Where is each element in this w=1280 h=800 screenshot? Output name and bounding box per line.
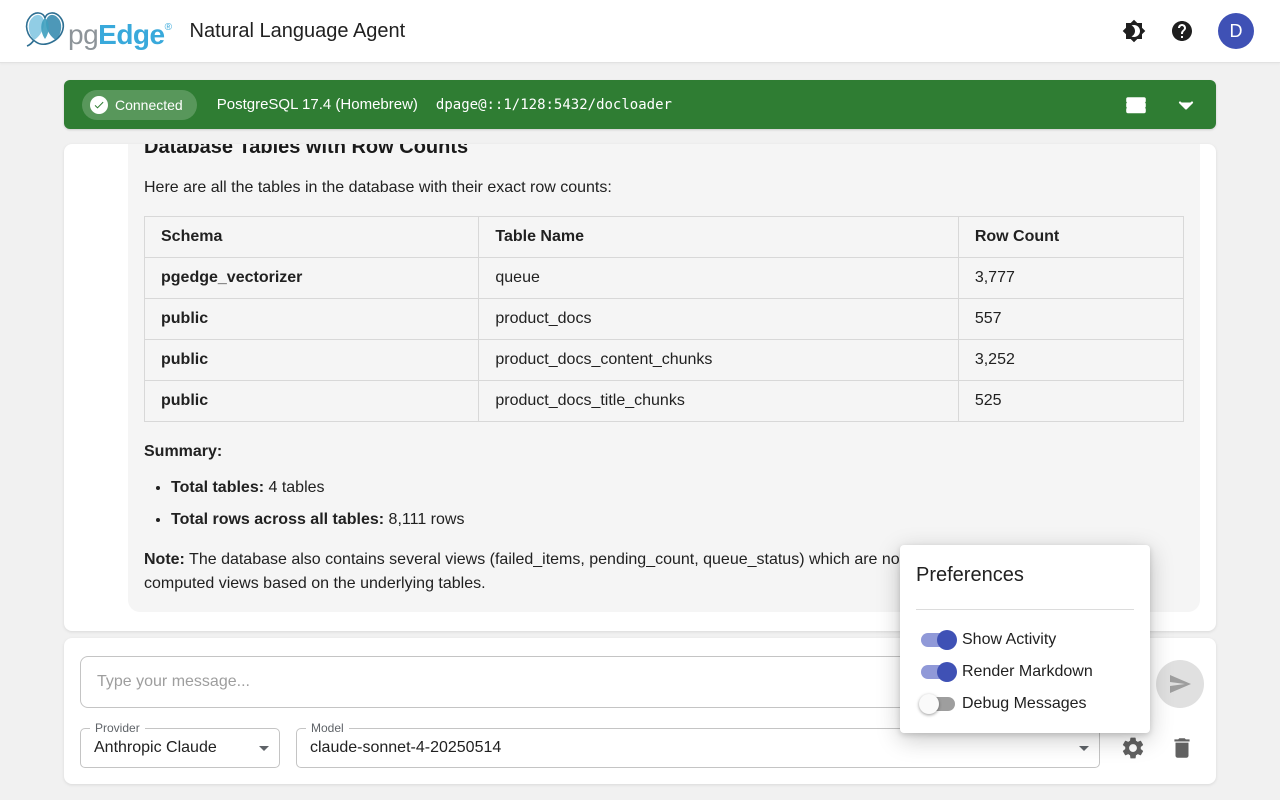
table-cell: pgedge_vectorizer [145,258,479,299]
row-counts-table: SchemaTable NameRow Count pgedge_vectori… [144,216,1184,422]
pref-toggle-label: Show Activity [962,631,1056,649]
pgedge-logo: pgEdge® [22,8,172,55]
table-cell: public [145,299,479,340]
trash-icon[interactable] [1169,735,1195,761]
message-intro: Here are all the tables in the database … [144,176,1184,200]
table-row: publicproduct_docs557 [145,299,1184,340]
provider-select[interactable]: Provider Anthropic Claude [80,728,280,768]
provider-select-value: Anthropic Claude [94,739,217,757]
toggle-switch-icon[interactable] [921,697,955,711]
connection-list-icon[interactable] [1124,93,1148,117]
table-header-cell: Schema [145,217,479,258]
table-cell: 525 [958,381,1183,422]
connection-bar: Connected PostgreSQL 17.4 (Homebrew) dpa… [64,80,1216,129]
provider-select-label: Provider [90,721,145,735]
pgedge-wordmark: pgEdge® [68,8,172,55]
table-body: pgedge_vectorizerqueue3,777publicproduct… [145,258,1184,422]
send-button[interactable] [1156,660,1204,708]
page-title: Natural Language Agent [190,20,406,43]
table-row: pgedge_vectorizerqueue3,777 [145,258,1184,299]
table-row: publicproduct_docs_content_chunks3,252 [145,340,1184,381]
table-cell: public [145,340,479,381]
pref-toggle-debug-messages[interactable]: Debug Messages [916,688,1134,720]
table-cell: product_docs [479,299,958,340]
pgedge-logo-icon [22,8,68,53]
table-row: publicproduct_docs_title_chunks525 [145,381,1184,422]
chevron-down-icon[interactable] [1174,93,1198,117]
model-select-label: Model [306,721,349,735]
table-cell: 3,777 [958,258,1183,299]
table-cell: 557 [958,299,1183,340]
user-avatar[interactable]: D [1218,13,1254,49]
summary-item: Total rows across all tables: 8,111 rows [171,508,1184,532]
table-cell: product_docs_content_chunks [479,340,958,381]
help-icon[interactable] [1170,19,1194,43]
server-version-label: PostgreSQL 17.4 (Homebrew) [217,96,418,113]
table-cell: public [145,381,479,422]
assistant-message: Database Tables with Row Counts Here are… [128,144,1200,612]
provider-caret-icon [259,746,269,751]
summary-label: Summary: [144,440,1184,464]
check-circle-icon [90,96,108,114]
pref-toggle-show-activity[interactable]: Show Activity [916,624,1134,656]
preferences-divider [916,609,1134,610]
toggle-switch-icon[interactable] [921,665,955,679]
model-caret-icon [1079,746,1089,751]
table-cell: product_docs_title_chunks [479,381,958,422]
pref-toggle-label: Debug Messages [962,695,1087,713]
send-icon [1168,672,1192,696]
pref-toggle-label: Render Markdown [962,663,1093,681]
summary-list: Total tables: 4 tables Total rows across … [171,476,1184,532]
table-header-row: SchemaTable NameRow Count [145,217,1184,258]
table-cell: queue [479,258,958,299]
table-header-cell: Row Count [958,217,1183,258]
preferences-title: Preferences [916,561,1134,589]
pref-toggle-render-markdown[interactable]: Render Markdown [916,656,1134,688]
table-cell: 3,252 [958,340,1183,381]
preferences-popup: Preferences Show Activity Render Markdown… [900,545,1150,733]
model-select[interactable]: Model claude-sonnet-4-20250514 [296,728,1100,768]
connection-string: dpage@::1/128:5432/docloader [436,97,672,113]
toggle-switch-icon[interactable] [921,633,955,647]
dark-mode-toggle-icon[interactable] [1122,19,1146,43]
status-badge: Connected [82,90,197,120]
model-select-value: claude-sonnet-4-20250514 [310,739,501,757]
settings-gear-icon[interactable] [1120,735,1146,761]
status-label: Connected [115,97,183,113]
message-heading: Database Tables with Row Counts [144,144,1184,160]
summary-item: Total tables: 4 tables [171,476,1184,500]
preferences-toggle-list: Show Activity Render Markdown Debug Messag… [916,624,1134,720]
table-header-cell: Table Name [479,217,958,258]
app-header: pgEdge® Natural Language Agent D [0,0,1280,63]
